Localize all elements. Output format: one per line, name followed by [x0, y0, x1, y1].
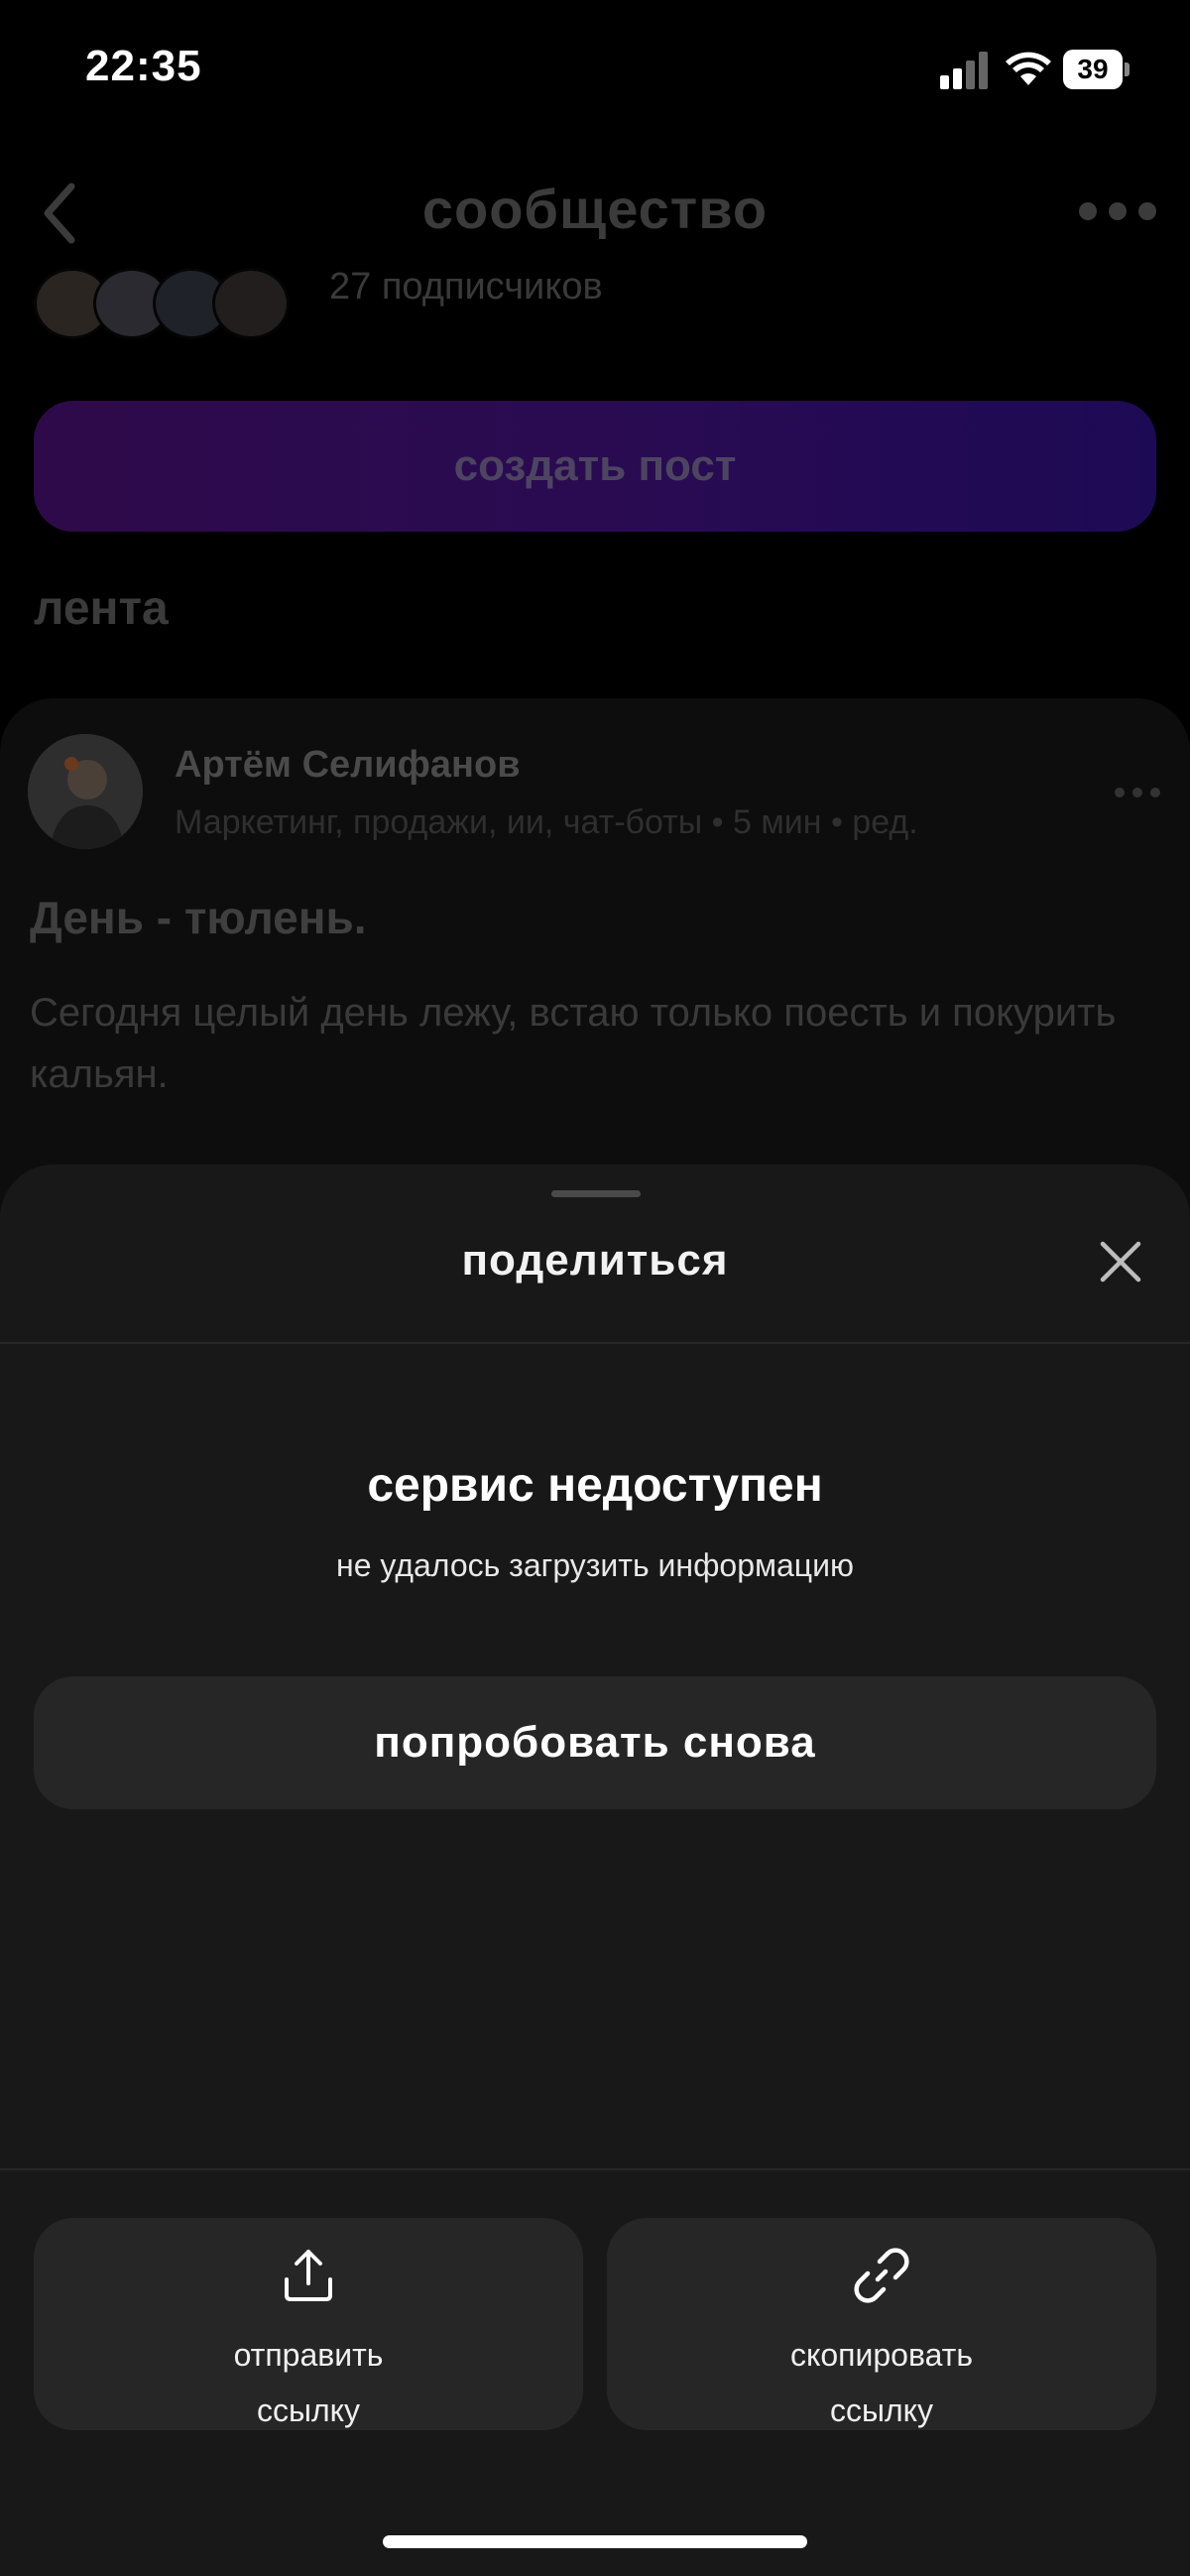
- create-post-label: создать пост: [453, 441, 737, 490]
- post-meta: Маркетинг, продажи, ии, чат-боты • 5 мин…: [175, 803, 918, 841]
- post-title: День - тюлень.: [30, 892, 367, 943]
- sheet-header-divider: [0, 1342, 1190, 1344]
- battery-level: 39: [1063, 50, 1123, 89]
- subscriber-avatars: [34, 268, 301, 339]
- subscriber-count: 27 подписчиков: [329, 266, 603, 307]
- wifi-icon: [1006, 52, 1051, 85]
- copy-link-button[interactable]: скопировать ссылку: [607, 2218, 1156, 2430]
- battery-icon: 39: [1063, 50, 1130, 89]
- status-time: 22:35: [85, 42, 202, 90]
- error-title: сервис недоступен: [367, 1459, 823, 1512]
- close-icon[interactable]: [1097, 1238, 1144, 1286]
- sheet-title: поделиться: [461, 1236, 729, 1285]
- upload-icon: [285, 2250, 332, 2301]
- post-body: Сегодня целый день лежу, встаю только по…: [30, 991, 1117, 1096]
- post-more-icon[interactable]: [1115, 788, 1164, 799]
- cellular-signal-icon: [940, 52, 990, 89]
- feed-heading: лента: [34, 582, 169, 635]
- page-title: сообщество: [421, 178, 769, 240]
- send-link-label: отправить ссылку: [233, 2337, 384, 2428]
- error-subtitle: не удалось загрузить информацию: [336, 1547, 854, 1583]
- link-icon: [854, 2248, 909, 2303]
- more-options-icon[interactable]: [1079, 202, 1158, 222]
- copy-link-label: скопировать ссылку: [789, 2337, 973, 2428]
- author-avatar[interactable]: [28, 734, 143, 849]
- sheet-grabber[interactable]: [551, 1190, 641, 1197]
- sheet-actions-divider: [0, 2168, 1190, 2170]
- home-indicator[interactable]: [383, 2535, 807, 2548]
- send-link-button[interactable]: отправить ссылку: [34, 2218, 583, 2430]
- post-author[interactable]: Артём Селифанов: [175, 744, 521, 787]
- retry-button[interactable]: попробовать снова: [34, 1676, 1156, 1809]
